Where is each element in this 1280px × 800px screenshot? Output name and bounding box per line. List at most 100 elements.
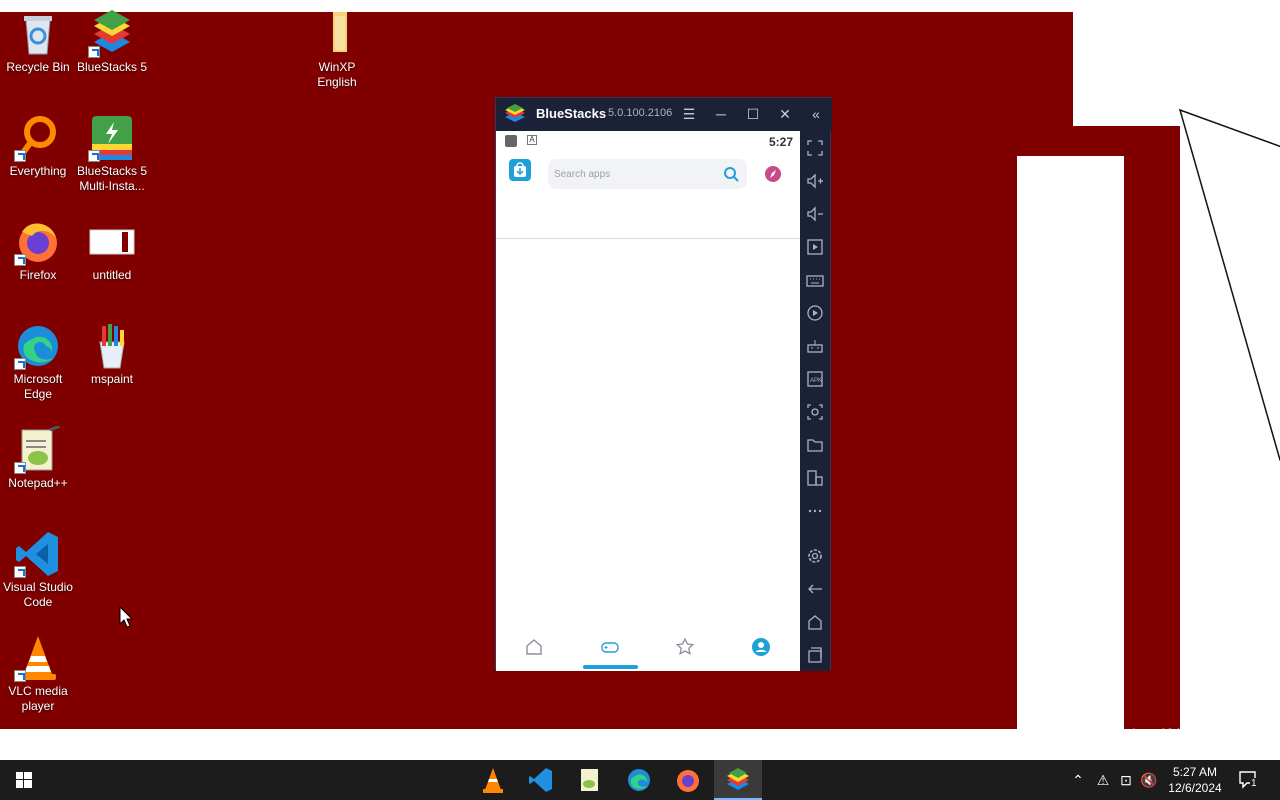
bluestacks-icon [727, 768, 749, 790]
title-bar[interactable]: BlueStacks 5.0.100.2106 ☰ ─ ☐ ✕ « [496, 98, 832, 131]
windows-watermark: ndows 10 I 19041.vb_re [1122, 726, 1189, 756]
desktop-icon-edge[interactable]: Microsoft Edge [0, 322, 76, 402]
sidebar-gamepad[interactable] [806, 337, 824, 355]
firefox-icon [14, 218, 62, 266]
desktop-icon-label: Firefox [19, 268, 57, 282]
tray-show-hidden[interactable]: ⌃ [1069, 771, 1087, 789]
desktop-icon-label: BlueStacks 5 [76, 60, 148, 74]
download-notification-icon [505, 135, 517, 147]
recycle-bin-icon [14, 10, 62, 58]
bluestacks-window[interactable]: BlueStacks 5.0.100.2106 ☰ ─ ☐ ✕ « A 5:27 [495, 97, 832, 671]
desktop-icon-label: Everything [9, 164, 67, 178]
desktop-icon-recycle-bin[interactable]: Recycle Bin [0, 10, 76, 75]
everything-search-icon [14, 114, 62, 162]
taskbar-edge[interactable] [615, 760, 663, 800]
vscode-icon [14, 530, 62, 578]
maximize-icon: ☐ [746, 106, 760, 122]
desktop-icon-bluestacks[interactable]: BlueStacks 5 [74, 10, 150, 75]
minimize-icon: ─ [716, 106, 726, 122]
volume-down-icon [807, 206, 823, 222]
taskbar-vlc[interactable] [469, 760, 517, 800]
taskbar-firefox[interactable] [664, 760, 712, 800]
nav-profile[interactable] [747, 633, 775, 661]
tray-network[interactable]: ⊡ [1117, 771, 1135, 789]
search-bar[interactable] [548, 159, 747, 189]
sidebar-multi-instance[interactable] [806, 469, 824, 487]
sidebar-home[interactable] [806, 613, 824, 631]
apk-icon: APK [807, 371, 823, 387]
sidebar-back[interactable] [806, 580, 824, 598]
chevron-up-icon: ⌃ [1072, 772, 1084, 788]
edge-icon [628, 769, 650, 791]
desktop-icon-vscode[interactable]: Visual Studio Code [0, 530, 76, 610]
watermark-line-1: ndows 10 I [1122, 726, 1181, 740]
nav-favorites[interactable] [671, 633, 699, 661]
folder-icon [313, 10, 361, 58]
menu-button[interactable]: ☰ [679, 104, 699, 124]
volume-up-icon [807, 173, 823, 189]
paint-image-icon [88, 218, 136, 266]
desktop-icon-mspaint[interactable]: mspaint [74, 322, 150, 387]
compass-icon[interactable] [764, 165, 782, 183]
sidebar-keyboard[interactable] [806, 271, 824, 289]
sidebar-volume-up[interactable] [806, 172, 824, 190]
media-icon [807, 239, 823, 255]
taskbar: ⌃ ⚠ ⊡ 🔇 5:27 AM 12/6/2024 1 [0, 760, 1280, 800]
fullscreen-icon [807, 140, 823, 156]
nav-games[interactable] [596, 633, 624, 661]
collapse-sidebar-button[interactable]: « [806, 104, 826, 124]
desktop-icon-untitled[interactable]: untitled [74, 218, 150, 283]
start-button[interactable] [0, 760, 48, 800]
nav-home[interactable] [520, 633, 548, 661]
sidebar-media[interactable] [806, 238, 824, 256]
desktop-icon-label: VLC media player [8, 684, 68, 713]
desktop-icon-vlc[interactable]: VLC media player [0, 634, 76, 714]
desktop-icon-label: mspaint [90, 372, 134, 386]
tray-security[interactable]: ⚠ [1094, 771, 1112, 789]
home-icon [808, 615, 822, 630]
app-store-icon[interactable] [509, 159, 531, 181]
desktop-icon-everything[interactable]: Everything [0, 114, 76, 179]
sidebar-more[interactable] [806, 502, 824, 520]
search-input[interactable] [554, 164, 714, 184]
minimize-button[interactable]: ─ [711, 104, 731, 124]
desktop-icon-firefox[interactable]: Firefox [0, 218, 76, 283]
vscode-icon [529, 768, 552, 792]
sidebar-settings[interactable] [806, 547, 824, 565]
desktop-icon-notepadpp[interactable]: Notepad++ [0, 426, 76, 491]
bluestacks-icon [88, 10, 136, 58]
notepadpp-icon [14, 426, 62, 474]
taskbar-clock[interactable]: 5:27 AM 12/6/2024 [1155, 764, 1235, 796]
desktop-icon-bluestacks-multi[interactable]: BlueStacks 5 Multi-Insta... [74, 114, 150, 194]
sidebar-fullscreen[interactable] [806, 139, 824, 157]
sidebar-volume-down[interactable] [806, 205, 824, 223]
desktop-icon-label: Recycle Bin [6, 60, 70, 74]
desktop-icon-winxp-folder[interactable]: WinXP English [299, 10, 375, 90]
edge-icon [14, 322, 62, 370]
mspaint-icon [88, 322, 136, 370]
sidebar-recent-apps[interactable] [806, 646, 824, 664]
sidebar-screenshot[interactable] [806, 403, 824, 421]
screenshot-icon [807, 404, 823, 420]
maximize-button[interactable]: ☐ [743, 104, 763, 124]
gamepad-icon [807, 340, 823, 353]
window-title: BlueStacks [536, 106, 607, 121]
close-icon: ✕ [779, 106, 791, 122]
network-disconnected-icon: ⊡ [1120, 772, 1132, 788]
taskbar-notepadpp[interactable] [566, 760, 614, 800]
sidebar-apk[interactable]: APK [806, 370, 824, 388]
sidebar-macro[interactable] [806, 304, 824, 322]
header-divider [496, 238, 800, 239]
double-chevron-left-icon: « [812, 106, 820, 122]
close-button[interactable]: ✕ [775, 104, 795, 124]
android-screen[interactable]: A 5:27 [496, 131, 800, 671]
bluestacks-sidebar: APK [800, 131, 830, 671]
taskbar-vscode[interactable] [517, 760, 565, 800]
status-bar: A 5:27 [496, 131, 800, 151]
notification-center-button[interactable]: 1 [1238, 769, 1260, 791]
search-icon[interactable] [723, 166, 739, 182]
folder-icon [807, 439, 823, 452]
desktop-icon-label: untitled [92, 268, 132, 282]
sidebar-folder[interactable] [806, 436, 824, 454]
taskbar-bluestacks[interactable] [714, 760, 762, 800]
